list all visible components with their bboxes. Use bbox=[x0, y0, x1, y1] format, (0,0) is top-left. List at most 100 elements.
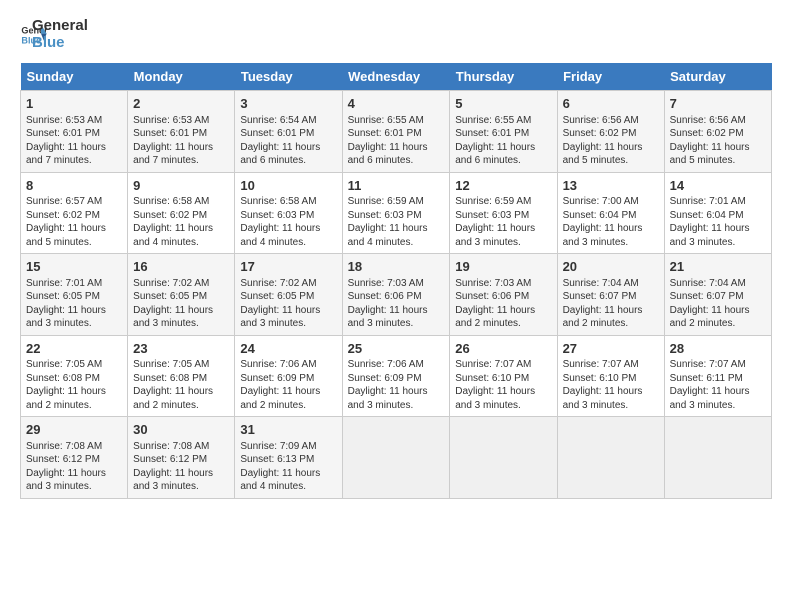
calendar-cell: 21Sunrise: 7:04 AM Sunset: 6:07 PM Dayli… bbox=[664, 254, 771, 336]
calendar-cell: 12Sunrise: 6:59 AM Sunset: 6:03 PM Dayli… bbox=[450, 172, 557, 254]
day-number: 1 bbox=[26, 95, 122, 113]
week-row-0: 1Sunrise: 6:53 AM Sunset: 6:01 PM Daylig… bbox=[21, 91, 772, 173]
header: General Blue General Blue bbox=[20, 18, 772, 51]
day-number: 14 bbox=[670, 177, 766, 195]
calendar-cell: 13Sunrise: 7:00 AM Sunset: 6:04 PM Dayli… bbox=[557, 172, 664, 254]
calendar-cell: 19Sunrise: 7:03 AM Sunset: 6:06 PM Dayli… bbox=[450, 254, 557, 336]
calendar-cell bbox=[557, 417, 664, 499]
calendar-cell: 29Sunrise: 7:08 AM Sunset: 6:12 PM Dayli… bbox=[21, 417, 128, 499]
header-row: SundayMondayTuesdayWednesdayThursdayFrid… bbox=[21, 63, 772, 91]
day-info: Sunrise: 6:59 AM Sunset: 6:03 PM Dayligh… bbox=[455, 195, 551, 249]
calendar-cell: 6Sunrise: 6:56 AM Sunset: 6:02 PM Daylig… bbox=[557, 91, 664, 173]
day-number: 26 bbox=[455, 340, 551, 358]
day-info: Sunrise: 7:04 AM Sunset: 6:07 PM Dayligh… bbox=[563, 277, 659, 331]
day-info: Sunrise: 6:58 AM Sunset: 6:03 PM Dayligh… bbox=[240, 195, 336, 249]
day-info: Sunrise: 6:55 AM Sunset: 6:01 PM Dayligh… bbox=[348, 114, 445, 168]
day-info: Sunrise: 7:02 AM Sunset: 6:05 PM Dayligh… bbox=[240, 277, 336, 331]
day-number: 18 bbox=[348, 258, 445, 276]
day-number: 6 bbox=[563, 95, 659, 113]
day-info: Sunrise: 7:06 AM Sunset: 6:09 PM Dayligh… bbox=[348, 358, 445, 412]
week-row-3: 22Sunrise: 7:05 AM Sunset: 6:08 PM Dayli… bbox=[21, 335, 772, 417]
day-number: 31 bbox=[240, 421, 336, 439]
header-day-sunday: Sunday bbox=[21, 63, 128, 91]
header-day-monday: Monday bbox=[128, 63, 235, 91]
day-number: 20 bbox=[563, 258, 659, 276]
day-info: Sunrise: 6:54 AM Sunset: 6:01 PM Dayligh… bbox=[240, 114, 336, 168]
day-info: Sunrise: 7:07 AM Sunset: 6:11 PM Dayligh… bbox=[670, 358, 766, 412]
day-info: Sunrise: 7:05 AM Sunset: 6:08 PM Dayligh… bbox=[133, 358, 229, 412]
day-info: Sunrise: 7:07 AM Sunset: 6:10 PM Dayligh… bbox=[455, 358, 551, 412]
day-number: 29 bbox=[26, 421, 122, 439]
calendar-cell: 3Sunrise: 6:54 AM Sunset: 6:01 PM Daylig… bbox=[235, 91, 342, 173]
calendar-cell: 27Sunrise: 7:07 AM Sunset: 6:10 PM Dayli… bbox=[557, 335, 664, 417]
day-info: Sunrise: 6:53 AM Sunset: 6:01 PM Dayligh… bbox=[26, 114, 122, 168]
day-info: Sunrise: 7:06 AM Sunset: 6:09 PM Dayligh… bbox=[240, 358, 336, 412]
calendar-cell bbox=[664, 417, 771, 499]
day-number: 25 bbox=[348, 340, 445, 358]
calendar-cell: 14Sunrise: 7:01 AM Sunset: 6:04 PM Dayli… bbox=[664, 172, 771, 254]
day-number: 2 bbox=[133, 95, 229, 113]
day-number: 30 bbox=[133, 421, 229, 439]
day-number: 17 bbox=[240, 258, 336, 276]
calendar-cell: 9Sunrise: 6:58 AM Sunset: 6:02 PM Daylig… bbox=[128, 172, 235, 254]
day-info: Sunrise: 6:56 AM Sunset: 6:02 PM Dayligh… bbox=[563, 114, 659, 168]
day-info: Sunrise: 7:00 AM Sunset: 6:04 PM Dayligh… bbox=[563, 195, 659, 249]
calendar-cell bbox=[450, 417, 557, 499]
day-info: Sunrise: 7:09 AM Sunset: 6:13 PM Dayligh… bbox=[240, 440, 336, 494]
day-number: 12 bbox=[455, 177, 551, 195]
calendar-cell: 31Sunrise: 7:09 AM Sunset: 6:13 PM Dayli… bbox=[235, 417, 342, 499]
day-number: 22 bbox=[26, 340, 122, 358]
week-row-1: 8Sunrise: 6:57 AM Sunset: 6:02 PM Daylig… bbox=[21, 172, 772, 254]
calendar-cell: 23Sunrise: 7:05 AM Sunset: 6:08 PM Dayli… bbox=[128, 335, 235, 417]
week-row-2: 15Sunrise: 7:01 AM Sunset: 6:05 PM Dayli… bbox=[21, 254, 772, 336]
day-number: 21 bbox=[670, 258, 766, 276]
calendar-cell: 20Sunrise: 7:04 AM Sunset: 6:07 PM Dayli… bbox=[557, 254, 664, 336]
calendar-cell: 1Sunrise: 6:53 AM Sunset: 6:01 PM Daylig… bbox=[21, 91, 128, 173]
calendar-cell: 5Sunrise: 6:55 AM Sunset: 6:01 PM Daylig… bbox=[450, 91, 557, 173]
calendar-cell: 28Sunrise: 7:07 AM Sunset: 6:11 PM Dayli… bbox=[664, 335, 771, 417]
day-info: Sunrise: 7:04 AM Sunset: 6:07 PM Dayligh… bbox=[670, 277, 766, 331]
calendar-cell: 4Sunrise: 6:55 AM Sunset: 6:01 PM Daylig… bbox=[342, 91, 450, 173]
logo-text-general: General bbox=[32, 18, 88, 35]
day-number: 8 bbox=[26, 177, 122, 195]
calendar-cell: 30Sunrise: 7:08 AM Sunset: 6:12 PM Dayli… bbox=[128, 417, 235, 499]
header-day-tuesday: Tuesday bbox=[235, 63, 342, 91]
calendar-cell: 8Sunrise: 6:57 AM Sunset: 6:02 PM Daylig… bbox=[21, 172, 128, 254]
day-info: Sunrise: 6:56 AM Sunset: 6:02 PM Dayligh… bbox=[670, 114, 766, 168]
day-info: Sunrise: 7:03 AM Sunset: 6:06 PM Dayligh… bbox=[348, 277, 445, 331]
calendar-cell: 16Sunrise: 7:02 AM Sunset: 6:05 PM Dayli… bbox=[128, 254, 235, 336]
day-info: Sunrise: 7:08 AM Sunset: 6:12 PM Dayligh… bbox=[133, 440, 229, 494]
day-info: Sunrise: 7:08 AM Sunset: 6:12 PM Dayligh… bbox=[26, 440, 122, 494]
calendar-cell: 2Sunrise: 6:53 AM Sunset: 6:01 PM Daylig… bbox=[128, 91, 235, 173]
calendar-cell: 25Sunrise: 7:06 AM Sunset: 6:09 PM Dayli… bbox=[342, 335, 450, 417]
calendar-table: SundayMondayTuesdayWednesdayThursdayFrid… bbox=[20, 63, 772, 499]
calendar-cell: 15Sunrise: 7:01 AM Sunset: 6:05 PM Dayli… bbox=[21, 254, 128, 336]
day-number: 9 bbox=[133, 177, 229, 195]
day-info: Sunrise: 7:01 AM Sunset: 6:04 PM Dayligh… bbox=[670, 195, 766, 249]
day-number: 13 bbox=[563, 177, 659, 195]
calendar-cell: 10Sunrise: 6:58 AM Sunset: 6:03 PM Dayli… bbox=[235, 172, 342, 254]
page-container: General Blue General Blue SundayMondayTu… bbox=[0, 0, 792, 509]
day-number: 7 bbox=[670, 95, 766, 113]
day-number: 27 bbox=[563, 340, 659, 358]
day-info: Sunrise: 7:02 AM Sunset: 6:05 PM Dayligh… bbox=[133, 277, 229, 331]
calendar-cell: 24Sunrise: 7:06 AM Sunset: 6:09 PM Dayli… bbox=[235, 335, 342, 417]
day-info: Sunrise: 6:57 AM Sunset: 6:02 PM Dayligh… bbox=[26, 195, 122, 249]
day-number: 23 bbox=[133, 340, 229, 358]
day-number: 19 bbox=[455, 258, 551, 276]
day-info: Sunrise: 7:03 AM Sunset: 6:06 PM Dayligh… bbox=[455, 277, 551, 331]
day-info: Sunrise: 7:01 AM Sunset: 6:05 PM Dayligh… bbox=[26, 277, 122, 331]
day-number: 3 bbox=[240, 95, 336, 113]
day-info: Sunrise: 7:05 AM Sunset: 6:08 PM Dayligh… bbox=[26, 358, 122, 412]
day-number: 4 bbox=[348, 95, 445, 113]
calendar-cell: 11Sunrise: 6:59 AM Sunset: 6:03 PM Dayli… bbox=[342, 172, 450, 254]
day-info: Sunrise: 7:07 AM Sunset: 6:10 PM Dayligh… bbox=[563, 358, 659, 412]
logo: General Blue General Blue bbox=[20, 18, 88, 51]
header-day-wednesday: Wednesday bbox=[342, 63, 450, 91]
day-info: Sunrise: 6:59 AM Sunset: 6:03 PM Dayligh… bbox=[348, 195, 445, 249]
calendar-cell: 18Sunrise: 7:03 AM Sunset: 6:06 PM Dayli… bbox=[342, 254, 450, 336]
day-info: Sunrise: 6:58 AM Sunset: 6:02 PM Dayligh… bbox=[133, 195, 229, 249]
calendar-cell bbox=[342, 417, 450, 499]
calendar-cell: 22Sunrise: 7:05 AM Sunset: 6:08 PM Dayli… bbox=[21, 335, 128, 417]
calendar-cell: 7Sunrise: 6:56 AM Sunset: 6:02 PM Daylig… bbox=[664, 91, 771, 173]
